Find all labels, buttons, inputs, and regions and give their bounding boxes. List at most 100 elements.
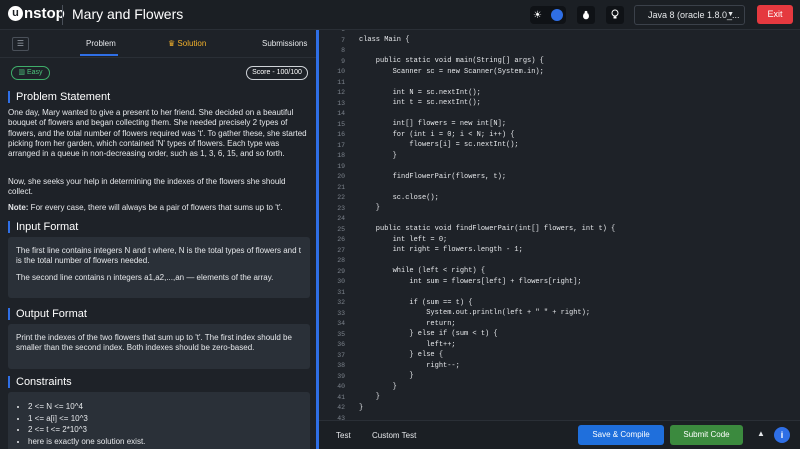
crown-icon: ♛ [168, 39, 176, 48]
constraint-item: 2 <= t <= 2*10^3 [28, 425, 145, 434]
code-line: } else { [359, 351, 444, 359]
line-number: 7 [341, 36, 345, 44]
line-number: 6 [341, 30, 345, 33]
line-number: 41 [337, 393, 345, 401]
input-format-line-2: The second line contains n integers a1,a… [16, 273, 274, 282]
code-line: right--; [359, 361, 460, 370]
problem-statement-heading: Problem Statement [8, 91, 110, 103]
line-number: 19 [337, 162, 345, 170]
code-editor[interactable]: 6 7 8 9 10 11 12 13 14 15 16 17 18 19 20 21 22 23 24 25 26 27… [319, 30, 800, 420]
line-number: 37 [337, 351, 345, 359]
code-line: if (sum == t) { [359, 298, 473, 307]
code-line: int left = 0; [359, 235, 448, 244]
output-format-line-1: Print the indexes of the two flowers tha… [16, 333, 292, 353]
line-number: 14 [337, 110, 345, 117]
problem-paragraph-1: One day, Mary wanted to give a present t… [8, 108, 307, 159]
problem-panel: ☰ Problem ♛ Solution Submissions ▥ Easy … [0, 30, 316, 449]
line-number: 16 [337, 131, 345, 138]
logo-text: nstop [24, 5, 65, 22]
code-line: } [359, 403, 364, 412]
tab-solution[interactable]: ♛ Solution [168, 39, 206, 48]
problem-paragraph-2: Now, she seeks your help in determining … [8, 177, 286, 197]
code-line: class Main { [359, 36, 410, 44]
top-bar: u nstop Mary and Flowers ☀ Java 8 (oracl… [0, 0, 800, 30]
code-line: } [359, 382, 397, 391]
tab-problem[interactable]: Problem [86, 39, 116, 48]
problem-tabs: ☰ Problem ♛ Solution Submissions [0, 30, 316, 58]
code-line: } [359, 204, 381, 212]
bug-icon[interactable] [577, 6, 595, 24]
line-number: 10 [337, 68, 345, 75]
chevron-down-icon: ▼ [727, 11, 734, 18]
line-number: 20 [337, 173, 345, 180]
code-line: public static void main(String[] args) { [359, 57, 544, 65]
line-number: 13 [337, 99, 345, 107]
line-number: 17 [337, 141, 345, 149]
problem-note: Note: For every case, there will always … [8, 203, 308, 213]
code-line: int N = sc.nextInt(); [359, 88, 481, 97]
line-number: 21 [337, 183, 345, 191]
constraint-item: 1 <= a[i] <= 10^3 [28, 414, 145, 423]
line-number: 30 [337, 278, 345, 285]
constraints-heading: Constraints [8, 376, 72, 388]
code-line: } [359, 372, 414, 380]
code-line: Scanner sc = new Scanner(System.in); [359, 67, 544, 76]
note-label: Note: [8, 203, 29, 212]
bottom-bar: Test Custom Test Save & Compile Submit C… [319, 420, 800, 449]
code-line: public static void findFlowerPair(int[] … [359, 225, 616, 233]
input-format-line-1: The first line contains integers N and t… [16, 246, 302, 266]
output-format-box: Print the indexes of the two flowers tha… [8, 324, 310, 369]
difficulty-label: Easy [27, 69, 43, 76]
logo[interactable]: u nstop [8, 5, 65, 22]
line-number: 15 [337, 120, 345, 128]
line-number: 23 [337, 204, 345, 212]
code-line: flowers[i] = sc.nextInt(); [359, 141, 519, 149]
language-value: Java 8 (oracle 1.8.0_... [648, 10, 740, 20]
score-badge: Score - 100/100 [246, 66, 308, 80]
code-line: } [359, 393, 381, 401]
language-select[interactable]: Java 8 (oracle 1.8.0_... ▼ [634, 5, 745, 25]
note-text: For every case, there will always be a p… [28, 203, 283, 212]
code-line: left++; [359, 340, 456, 349]
code-line: for (int i = 0; i < N; i++) { [359, 130, 515, 139]
lightbulb-icon[interactable] [606, 6, 624, 24]
line-number: 38 [337, 362, 345, 369]
code-line: } [359, 151, 397, 160]
save-compile-button[interactable]: Save & Compile [578, 425, 664, 445]
line-number: 24 [337, 215, 345, 222]
theme-toggle[interactable]: ☀ [530, 6, 566, 24]
code-line: findFlowerPair(flowers, t); [359, 172, 507, 181]
line-number: 25 [337, 225, 345, 233]
line-number: 39 [337, 372, 345, 380]
code-line: sc.close(); [359, 193, 439, 202]
constraint-item: here is exactly one solution exist. [28, 437, 145, 446]
tab-solution-label: Solution [177, 39, 207, 48]
line-number: 40 [337, 383, 345, 390]
difficulty-badge: ▥ Easy [11, 66, 50, 80]
output-format-heading: Output Format [8, 308, 87, 320]
submit-code-button[interactable]: Submit Code [670, 425, 743, 445]
line-number: 9 [341, 57, 345, 65]
tab-submissions[interactable]: Submissions [262, 39, 307, 48]
page-title: Mary and Flowers [72, 6, 184, 22]
menu-icon[interactable]: ☰ [12, 37, 29, 51]
active-tab-indicator [80, 54, 118, 56]
chevron-up-icon[interactable]: ▲ [757, 429, 765, 438]
line-number: 36 [337, 341, 345, 348]
line-number: 22 [337, 194, 345, 201]
code-line: return; [359, 319, 456, 328]
code-line: while (left < right) { [359, 267, 486, 275]
input-format-box: The first line contains integers N and t… [8, 237, 310, 298]
test-tab[interactable]: Test [336, 431, 351, 440]
info-icon[interactable]: i [774, 427, 790, 443]
code-line: int[] flowers = new int[N]; [359, 120, 507, 128]
line-number: 12 [337, 89, 345, 96]
line-number-gutter: 6 7 8 9 10 11 12 13 14 15 16 17 18 19 20 21 22 23 24 25 26 27… [319, 30, 349, 420]
line-number: 8 [341, 47, 345, 54]
code-line: } else if (sum < t) { [359, 330, 498, 338]
line-number: 31 [337, 288, 345, 296]
constraint-item: 2 <= N <= 10^4 [28, 402, 145, 411]
custom-test-tab[interactable]: Custom Test [372, 431, 416, 440]
code-line: int sum = flowers[left] + flowers[right]… [359, 277, 582, 286]
exit-button[interactable]: Exit [757, 5, 793, 24]
